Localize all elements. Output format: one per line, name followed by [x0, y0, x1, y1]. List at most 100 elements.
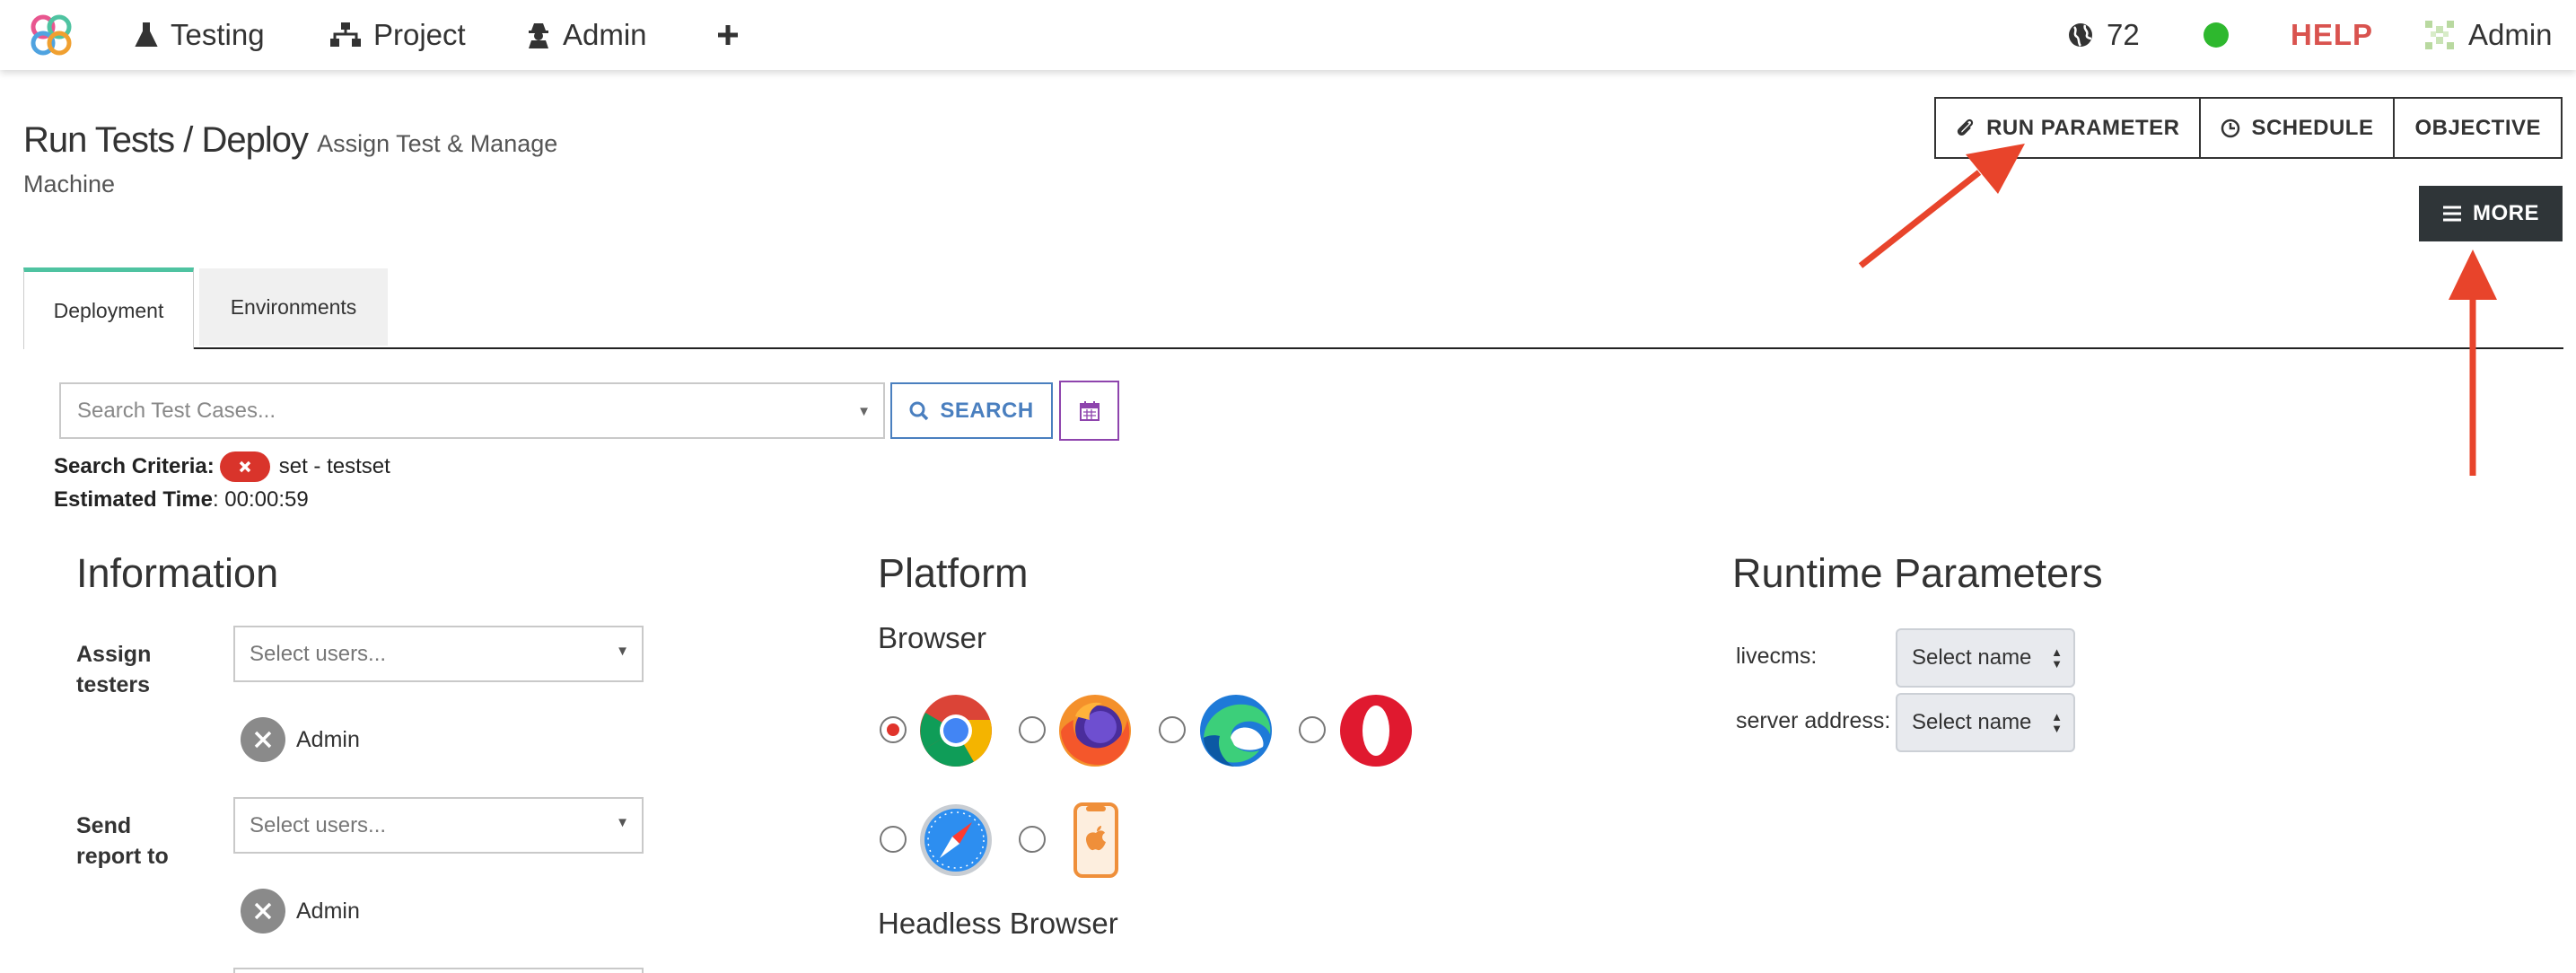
report-user-name: Admin [296, 898, 360, 924]
top-navbar: Testing Project Admin 72 HELP Admin [0, 0, 2576, 70]
nav-project[interactable]: Project [330, 13, 466, 57]
sitemap-icon [330, 22, 361, 47]
nav-admin[interactable]: Admin [527, 13, 647, 57]
globe-icon [2069, 23, 2092, 47]
tab-deployment[interactable]: Deployment [23, 267, 194, 349]
estimated-time-label: Estimated Time [54, 487, 213, 512]
close-icon [239, 460, 250, 473]
send-report-select[interactable]: Select users... ▼ [233, 797, 644, 854]
estimated-time: Estimated Time: 00:00:59 [54, 487, 309, 513]
search-criteria-value: set - testset [278, 454, 390, 478]
report-placeholder: Select users... [250, 812, 387, 837]
run-parameter-button[interactable]: RUN PARAMETER [1934, 97, 2202, 159]
browser-radio-opera[interactable] [1299, 716, 1326, 743]
chevron-down-icon: ▼ [857, 404, 871, 419]
param-livecms-value: Select name [1912, 645, 2032, 670]
page-subtitle: Assign Test & Manage [317, 130, 558, 157]
edge-icon[interactable] [1198, 693, 1274, 768]
search-test-cases-input[interactable]: Search Test Cases... ▼ [59, 382, 885, 439]
calendar-icon [1079, 400, 1100, 421]
calendar-button[interactable] [1059, 381, 1119, 441]
close-icon [254, 731, 272, 749]
help-link[interactable]: HELP [2291, 13, 2373, 57]
plus-icon [718, 25, 738, 45]
param-server-address-label: server address: [1736, 708, 1891, 733]
report-label-line1: Send [76, 813, 132, 838]
platform-title: Platform [878, 550, 1029, 596]
browser-radio-chrome[interactable] [880, 716, 907, 743]
nav-project-label: Project [373, 18, 466, 51]
avatar [2425, 21, 2454, 49]
add-button[interactable] [716, 13, 752, 57]
schedule-label: SCHEDULE [2251, 115, 2374, 140]
browser-radio-safari[interactable] [880, 826, 907, 853]
tab-environments[interactable]: Environments [199, 268, 388, 346]
more-button[interactable]: MORE [2419, 186, 2563, 241]
browser-radio-edge[interactable] [1159, 716, 1186, 743]
information-title: Information [76, 550, 279, 596]
remove-criteria-button[interactable] [219, 451, 270, 482]
chevron-down-icon: ▼ [616, 815, 629, 830]
search-criteria-label: Search Criteria: [54, 454, 215, 478]
assign-testers-select[interactable]: Select users... ▼ [233, 626, 644, 682]
arrow-to-run-parameter [1858, 144, 2025, 268]
opera-icon[interactable] [1338, 693, 1414, 768]
assigned-user-name: Admin [296, 726, 360, 752]
schedule-button[interactable]: SCHEDULE [2201, 97, 2396, 159]
firefox-icon[interactable] [1057, 693, 1133, 768]
browser-label: Browser [878, 621, 987, 654]
param-livecms-label: livecms: [1736, 644, 1818, 669]
search-button-label: SEARCH [940, 398, 1034, 423]
page-subtitle-line2: Machine [23, 171, 116, 197]
run-parameter-label: RUN PARAMETER [1986, 115, 2180, 140]
remove-user-button[interactable] [241, 889, 285, 934]
assign-placeholder: Select users... [250, 641, 387, 666]
header-button-group: RUN PARAMETER SCHEDULE OBJECTIVE [1934, 97, 2563, 159]
page-title-main: Run Tests / Deploy [23, 120, 309, 160]
paperclip-icon [1957, 118, 1974, 136]
user-name: Admin [2468, 18, 2553, 51]
user-menu[interactable]: Admin [2423, 13, 2553, 57]
tabs-divider [23, 347, 2563, 349]
browser-radio-ios[interactable] [1019, 826, 1046, 853]
remove-user-button[interactable] [241, 717, 285, 762]
headless-browser-label: Headless Browser [878, 907, 1118, 940]
close-icon [254, 902, 272, 920]
nav-testing[interactable]: Testing [135, 13, 265, 57]
online-counter[interactable]: 72 [2067, 13, 2140, 57]
browser-radio-firefox[interactable] [1019, 716, 1046, 743]
param-livecms-select[interactable]: Select name ▲ ▼ [1896, 628, 2075, 688]
assigned-user-chip: Admin [241, 717, 360, 762]
search-placeholder: Search Test Cases... [77, 398, 276, 423]
report-label-line2: report to [76, 844, 169, 869]
page-title: Run Tests / Deploy Assign Test & Manage [23, 120, 557, 161]
clock-icon [2221, 118, 2240, 137]
safari-icon[interactable] [918, 802, 994, 878]
search-icon [909, 401, 929, 420]
report-user-chip: Admin [241, 889, 360, 934]
ios-device-icon[interactable] [1057, 802, 1133, 878]
user-secret-icon [529, 23, 548, 48]
chevron-down-icon: ▼ [616, 644, 629, 659]
runtime-parameters-title: Runtime Parameters [1732, 550, 2103, 596]
app-logo-icon[interactable] [25, 9, 77, 61]
arrow-to-more [2449, 250, 2497, 476]
nav-admin-label: Admin [563, 18, 647, 51]
assign-testers-label: Assign testers [76, 639, 151, 700]
param-server-address-value: Select name [1912, 710, 2032, 734]
status-dot [2204, 22, 2229, 48]
search-button[interactable]: SEARCH [890, 382, 1053, 439]
flask-icon [135, 22, 158, 47]
next-select-partial[interactable] [233, 968, 644, 973]
updown-icon: ▲ ▼ [2051, 645, 2063, 671]
more-label: MORE [2473, 201, 2539, 225]
search-criteria: Search Criteria: set - testset [54, 451, 390, 482]
param-server-address-select[interactable]: Select name ▲ ▼ [1896, 693, 2075, 752]
chrome-icon[interactable] [918, 693, 994, 768]
assign-label-line2: testers [76, 672, 150, 697]
online-count: 72 [2107, 18, 2140, 51]
objective-button[interactable]: OBJECTIVE [2395, 97, 2563, 159]
assign-label-line1: Assign [76, 642, 152, 667]
nav-testing-label: Testing [171, 18, 265, 51]
updown-icon: ▲ ▼ [2051, 710, 2063, 735]
